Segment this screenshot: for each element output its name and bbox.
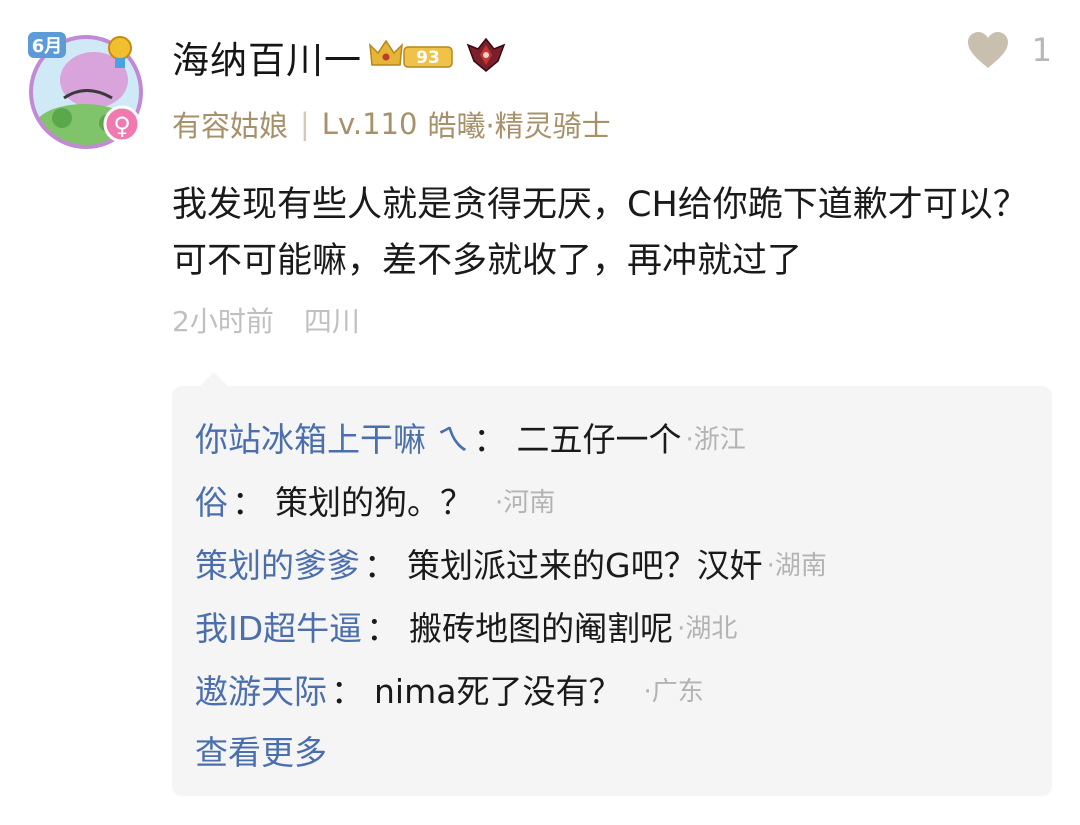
comment-location: 四川 (303, 305, 360, 338)
reply-colon: ： (473, 420, 507, 459)
reply-colon: ： (366, 609, 400, 648)
user-rank: 皓曦·精灵骑士 (427, 109, 611, 143)
svg-text:♀: ♀ (113, 112, 131, 140)
like-button[interactable]: 1 (966, 30, 1052, 70)
comment-time: 2小时前 (172, 305, 274, 338)
reply-username[interactable]: 我ID超牛逼 (195, 602, 362, 650)
reply-username[interactable]: 策划的爹爹 (195, 539, 360, 587)
reply-colon: ： (364, 546, 397, 585)
user-level: Lv.110 (321, 107, 418, 141)
heart-icon (967, 32, 1008, 68)
reply-list: 你站冰箱上干嘛 ㄟ ： 二五仔一个 ·浙江 俗 ： 策划的狗。？ ·河南 策划的… (172, 372, 1052, 796)
list-item[interactable]: 你站冰箱上干嘛 ㄟ ： 二五仔一个 ·浙江 (195, 414, 746, 460)
reply-location: ·河南 (495, 487, 556, 518)
view-more-link[interactable]: 查看更多 (195, 726, 327, 774)
username-row: 海纳百川一 93 (172, 30, 508, 84)
reply-username[interactable]: 俗 (195, 476, 228, 524)
vip-level-text: 93 (416, 48, 440, 68)
vip-crown-badge-icon: 93 (366, 35, 456, 79)
avatar-image: 6月 ♀ (28, 32, 143, 149)
comment-time-row: 2小时前 四川 (172, 300, 360, 340)
reply-username[interactable]: 你站冰箱上干嘛 ㄟ (195, 413, 470, 461)
meta-divider: | (300, 107, 310, 141)
list-item[interactable]: 策划的爹爹 ： 策划派过来的G吧？汉奸 ·湖南 (195, 540, 827, 586)
rank-emblem-icon (464, 35, 508, 79)
avatar[interactable]: 6月 ♀ (24, 28, 149, 153)
list-item[interactable]: 我ID超牛逼 ： 搬砖地图的阉割呢 ·湖北 (195, 603, 737, 649)
like-count: 1 (1031, 31, 1052, 69)
reply-text: 策划的狗。？ (275, 483, 473, 522)
reply-location: ·浙江 (685, 424, 746, 455)
reply-username[interactable]: 遨游天际 (195, 665, 327, 713)
reply-text: 策划派过来的G吧？汉奸 (407, 546, 763, 585)
reply-colon: ： (232, 483, 265, 522)
user-meta: 有容姑娘 | Lv.110 皓曦·精灵骑士 (172, 103, 611, 145)
list-item[interactable]: 俗 ： 策划的狗。？ ·河南 (195, 477, 555, 523)
reply-location: ·湖南 (766, 550, 827, 581)
reply-location: ·湖北 (677, 613, 738, 644)
list-item[interactable]: 遨游天际 ： nima死了没有？ ·广东 (195, 666, 704, 712)
reply-text: nima死了没有？ (374, 672, 622, 711)
username[interactable]: 海纳百川一 (172, 30, 362, 84)
reply-location: ·广东 (643, 676, 704, 707)
comment-text: 我发现有些人就是贪得无厌，CH给你跪下道歉才可以？可不可能嘛，差不多就收了，再冲… (172, 185, 1028, 281)
user-title: 有容姑娘 (172, 109, 289, 143)
reply-colon: ： (331, 672, 364, 711)
reply-text: 搬砖地图的阉割呢 (409, 609, 674, 648)
svg-text:6月: 6月 (32, 36, 63, 57)
reply-text: 二五仔一个 (516, 420, 682, 459)
